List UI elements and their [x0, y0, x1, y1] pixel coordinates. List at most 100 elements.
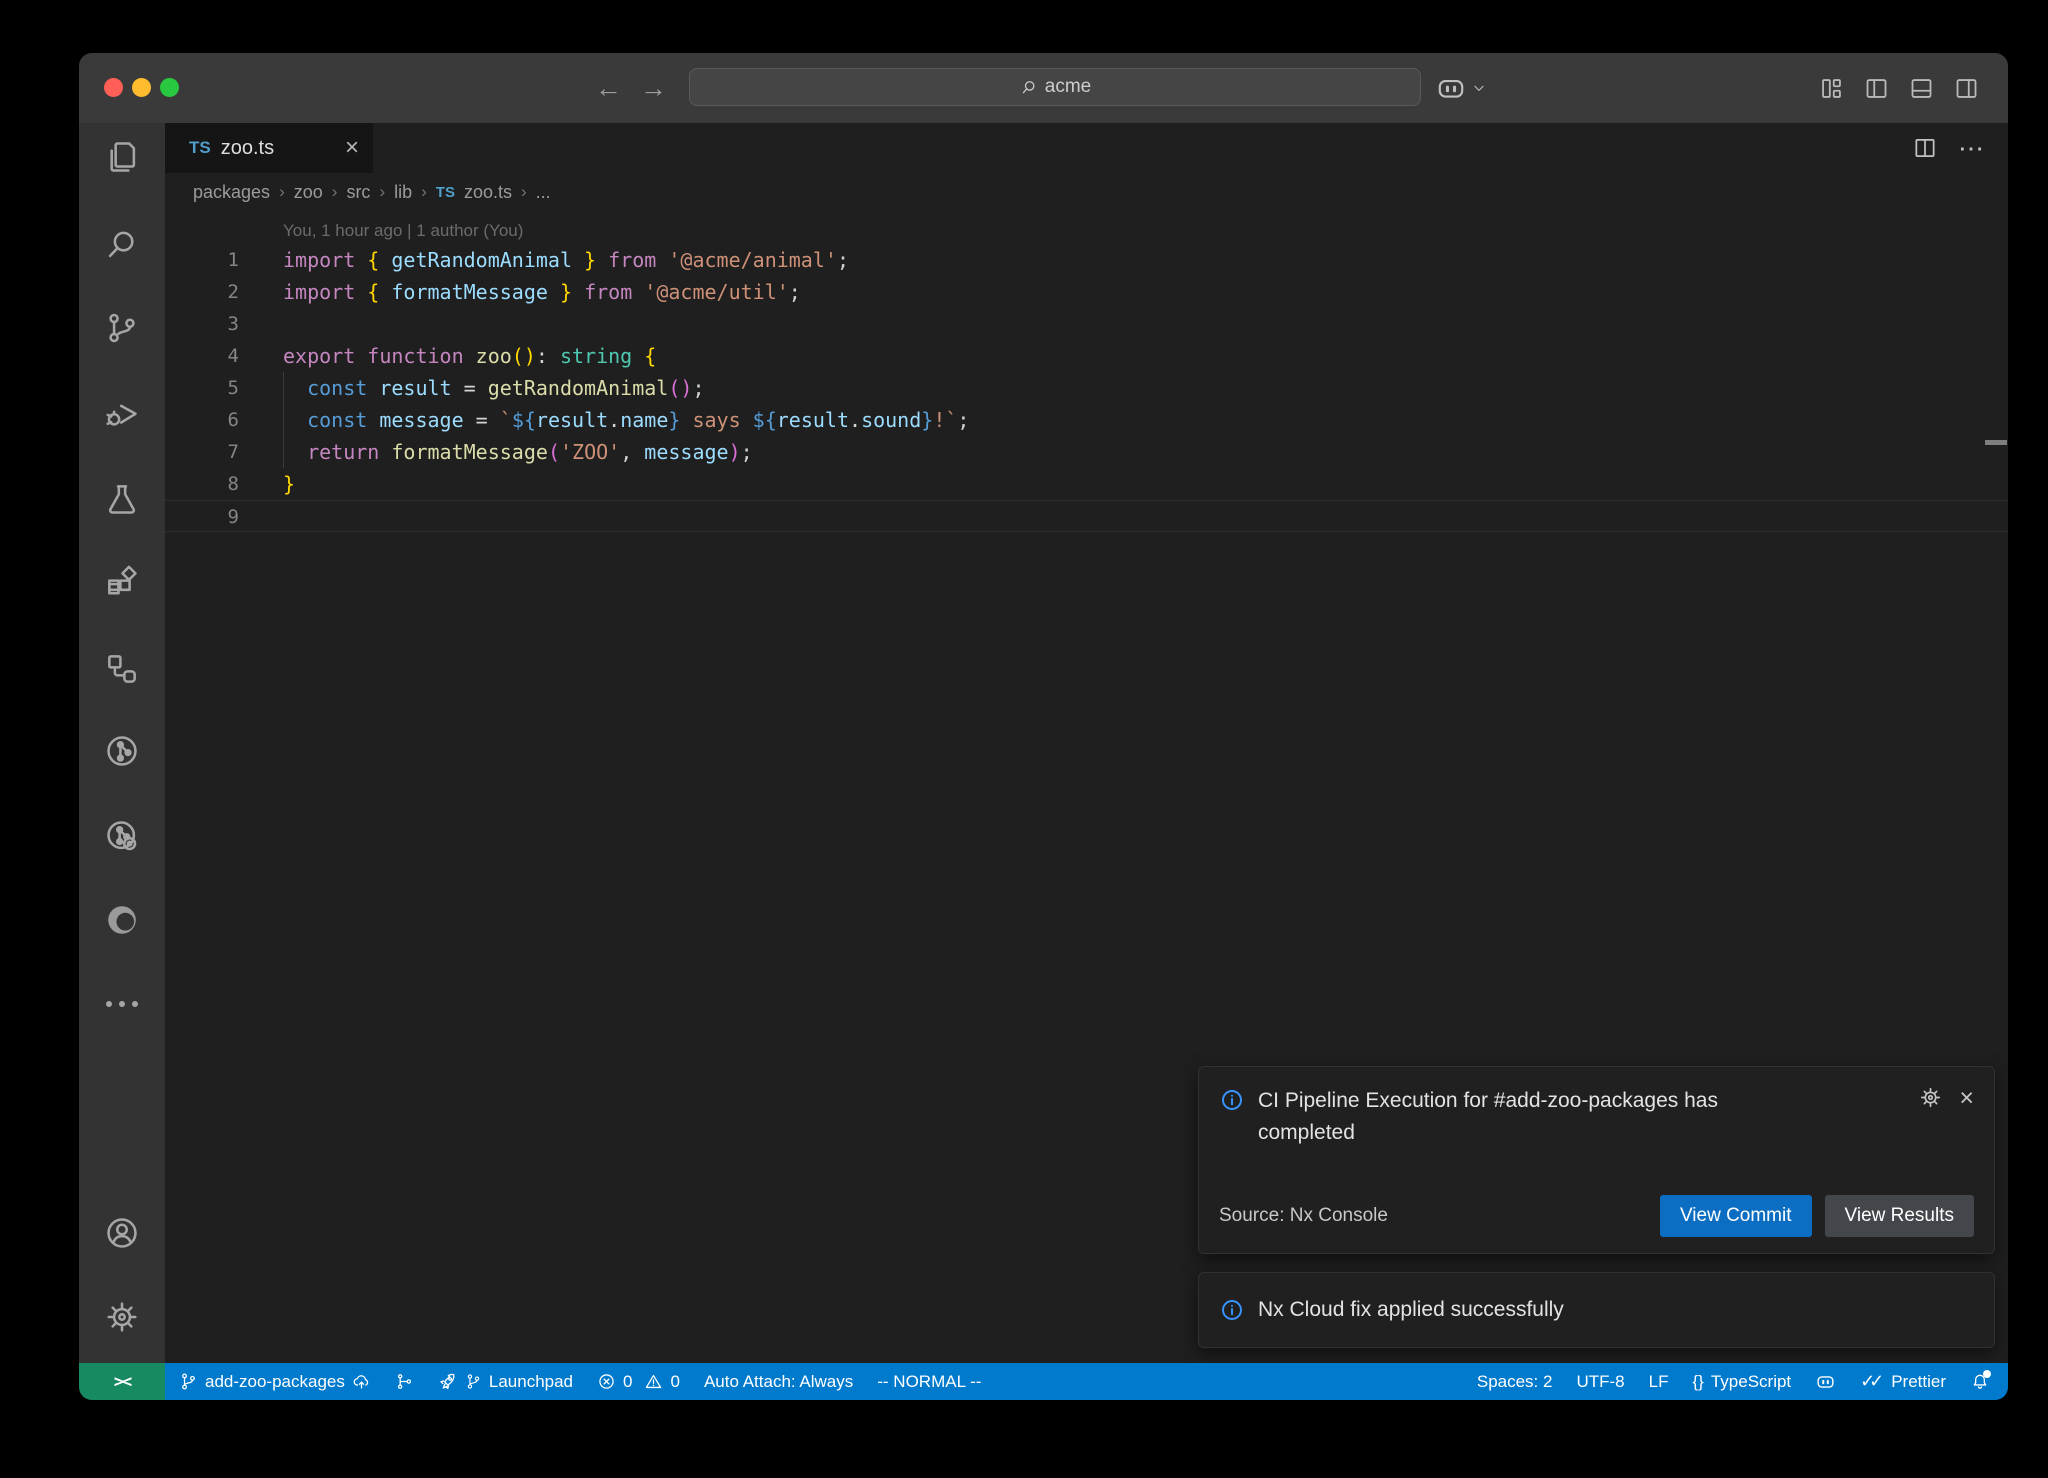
circle-branch-search-icon [103, 817, 141, 855]
git-branch-status[interactable]: add-zoo-packages [179, 1372, 371, 1392]
sidebar-item-run-debug[interactable] [79, 391, 165, 435]
toggle-secondary-sidebar-icon[interactable] [1953, 75, 1980, 102]
editor-more-actions-icon[interactable]: ⋯ [1958, 133, 1986, 164]
sidebar-item-extensions[interactable] [79, 561, 165, 605]
line-number: 6 [165, 404, 239, 436]
debug-icon [103, 394, 141, 432]
sidebar-item-nx-cloud[interactable] [79, 729, 165, 773]
problems-status[interactable]: 0 0 [597, 1372, 680, 1392]
code-line[interactable]: 1import { getRandomAnimal } from '@acme/… [165, 244, 2008, 276]
traffic-light-minimize[interactable] [132, 78, 151, 97]
sidebar-item-search[interactable] [79, 222, 165, 266]
view-results-button[interactable]: View Results [1825, 1195, 1974, 1237]
breadcrumb-file[interactable]: zoo.ts [464, 182, 512, 203]
notification-close-icon[interactable]: × [1959, 1087, 1974, 1109]
sidebar-item-explorer[interactable] [79, 135, 165, 179]
notifications-bell[interactable] [1970, 1372, 1990, 1392]
git-graph-icon [395, 1372, 414, 1391]
code-text: } [239, 468, 295, 500]
toggle-panel-icon[interactable] [1908, 75, 1935, 102]
accounts-button[interactable] [79, 1211, 165, 1255]
traffic-light-zoom[interactable] [160, 78, 179, 97]
launchpad-status[interactable]: Launchpad [438, 1372, 573, 1392]
split-editor-icon[interactable] [1912, 135, 1938, 161]
eol-status[interactable]: LF [1649, 1372, 1669, 1392]
code-text: const message = `${result.name} says ${r… [239, 404, 969, 436]
line-number: 9 [165, 501, 239, 531]
code-line[interactable]: 6 const message = `${result.name} says $… [165, 404, 2008, 436]
notification-message: Nx Cloud fix applied successfully [1245, 1294, 1974, 1326]
sidebar-item-edge-browser[interactable] [79, 898, 165, 942]
tab-zoo-ts[interactable]: TS zoo.ts × [165, 123, 373, 173]
tab-label: zoo.ts [221, 137, 335, 160]
search-query: acme [1045, 76, 1091, 98]
code-line[interactable]: 5 const result = getRandomAnimal(); [165, 372, 2008, 404]
vscode-window: ← → acme [79, 53, 2008, 1400]
titlebar: ← → acme [79, 53, 2008, 123]
code-line[interactable]: 3 [165, 308, 2008, 340]
line-number: 1 [165, 244, 239, 276]
error-count: 0 [623, 1372, 632, 1392]
sidebar-item-source-control[interactable] [79, 306, 165, 350]
breadcrumb-symbol-more[interactable]: ... [536, 182, 551, 203]
sidebar-item-nx-cloud-fixes[interactable] [79, 814, 165, 858]
code-text: const result = getRandomAnimal(); [239, 372, 704, 404]
extensions-icon [103, 564, 141, 602]
notification-toast-ci-pipeline: CI Pipeline Execution for #add-zoo-packa… [1198, 1066, 1995, 1254]
customize-layout-icon[interactable] [1818, 75, 1845, 102]
breadcrumb-item[interactable]: src [346, 182, 370, 203]
line-number: 4 [165, 340, 239, 372]
language-mode-status[interactable]: {} TypeScript [1692, 1372, 1791, 1392]
code-line[interactable]: 9 [165, 500, 2008, 532]
launchpad-label: Launchpad [489, 1372, 573, 1392]
brackets-icon: {} [1692, 1372, 1703, 1392]
code-text: export function zoo(): string { [239, 340, 656, 372]
breadcrumb-item[interactable]: lib [394, 182, 412, 203]
indentation-status[interactable]: Spaces: 2 [1477, 1372, 1553, 1392]
formatter-status[interactable]: ✓✓ Prettier [1860, 1371, 1946, 1392]
source-control-icon [103, 309, 141, 347]
close-tab-icon[interactable]: × [345, 136, 359, 160]
traffic-light-close[interactable] [104, 78, 123, 97]
view-commit-button[interactable]: View Commit [1660, 1195, 1812, 1237]
beaker-icon [103, 480, 141, 518]
auto-attach-status[interactable]: Auto Attach: Always [704, 1372, 853, 1392]
code-text [239, 501, 283, 531]
code-line[interactable]: 2import { formatMessage } from '@acme/ut… [165, 276, 2008, 308]
copilot-status[interactable] [1815, 1371, 1836, 1392]
line-number: 3 [165, 308, 239, 340]
encoding-status[interactable]: UTF-8 [1576, 1372, 1624, 1392]
cloud-upload-icon [352, 1372, 371, 1391]
more-views-button[interactable] [79, 982, 165, 1026]
forward-icon[interactable]: → [640, 53, 667, 123]
command-center-search[interactable]: acme [689, 68, 1421, 106]
notification-settings-gear-icon[interactable] [1918, 1085, 1943, 1110]
remote-indicator[interactable]: >< [79, 1363, 165, 1400]
git-graph-status[interactable] [395, 1372, 414, 1391]
code-line[interactable]: 7 return formatMessage('ZOO', message); [165, 436, 2008, 468]
copilot-icon [1435, 72, 1467, 104]
breadcrumb-item[interactable]: packages [193, 182, 270, 203]
chevron-down-icon [1471, 80, 1487, 96]
code-line[interactable]: 8} [165, 468, 2008, 500]
warning-count: 0 [670, 1372, 679, 1392]
toggle-primary-sidebar-icon[interactable] [1863, 75, 1890, 102]
settings-button[interactable] [79, 1295, 165, 1339]
status-bar: >< add-zoo-packages [79, 1363, 2008, 1400]
sidebar-item-testing[interactable] [79, 477, 165, 521]
back-icon[interactable]: ← [595, 53, 622, 123]
code-line[interactable]: 4export function zoo(): string { [165, 340, 2008, 372]
code-area[interactable]: You, 1 hour ago | 1 author (You) 1import… [165, 217, 2008, 532]
sidebar-item-nx-console[interactable] [79, 647, 165, 691]
vim-mode-status[interactable]: -- NORMAL -- [877, 1372, 981, 1392]
code-text: return formatMessage('ZOO', message); [239, 436, 753, 468]
search-icon [1019, 78, 1038, 97]
bell-badge-dot [1983, 1370, 1991, 1378]
code-text [239, 308, 283, 340]
code-text: import { getRandomAnimal } from '@acme/a… [239, 244, 849, 276]
account-icon [103, 1214, 141, 1252]
copilot-menu[interactable] [1435, 53, 1487, 123]
line-number: 5 [165, 372, 239, 404]
rocket-icon [438, 1372, 458, 1392]
breadcrumb-item[interactable]: zoo [294, 182, 323, 203]
